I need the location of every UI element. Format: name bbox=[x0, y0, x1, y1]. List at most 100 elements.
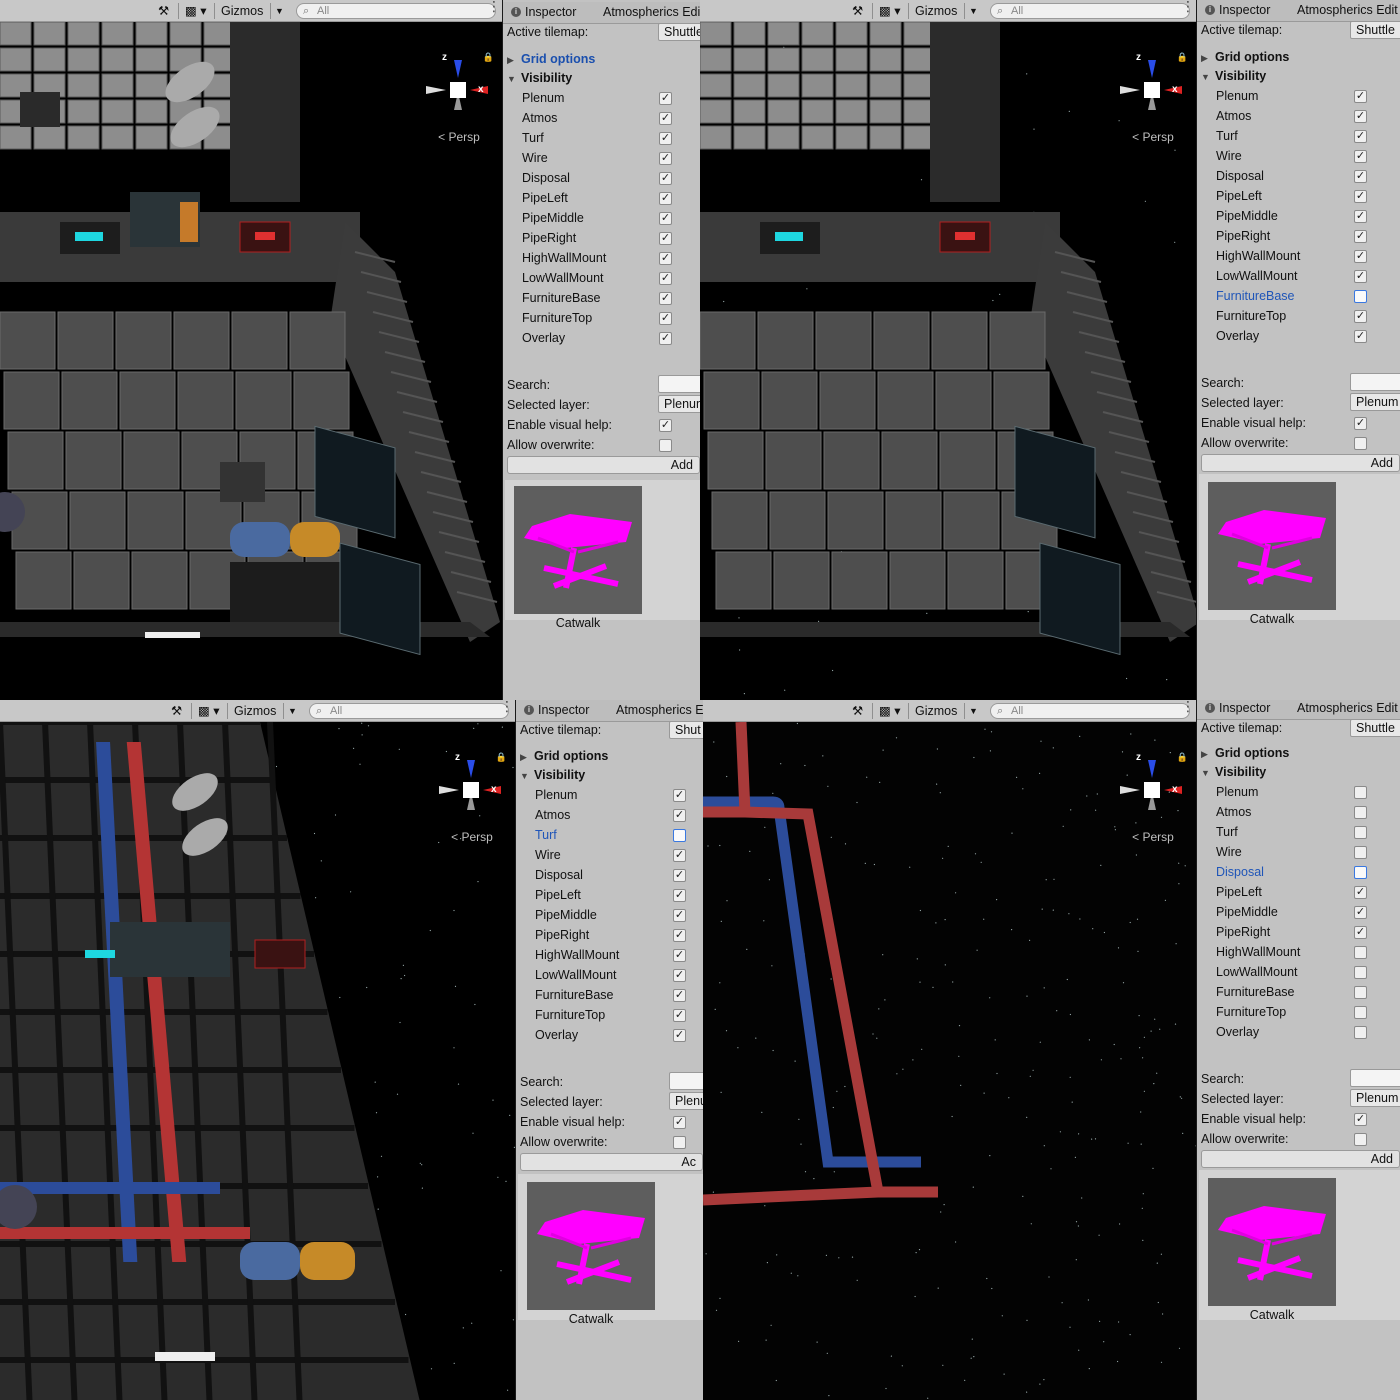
scene-gizmo[interactable]: z x 🔒 < Persp bbox=[1112, 750, 1192, 860]
search-input[interactable]: All bbox=[296, 3, 496, 19]
layer-search-input[interactable] bbox=[1350, 373, 1400, 391]
layer-toggle-furniturebase[interactable] bbox=[1354, 290, 1367, 303]
visual-help-toggle[interactable]: ✓ bbox=[1354, 1113, 1367, 1126]
selected-layer-dropdown[interactable]: Plenum bbox=[1350, 1089, 1400, 1107]
search-input[interactable]: All bbox=[990, 703, 1190, 719]
gizmos-button[interactable]: Gizmos bbox=[234, 703, 276, 719]
layer-toggle-atmos[interactable] bbox=[1354, 806, 1367, 819]
layer-toggle-highwallmount[interactable]: ✓ bbox=[1354, 250, 1367, 263]
menu-dots-icon[interactable]: ⋮ bbox=[1181, 700, 1195, 715]
layer-toggle-highwallmount[interactable]: ✓ bbox=[659, 252, 672, 265]
layer-toggle-piperight[interactable]: ✓ bbox=[1354, 230, 1367, 243]
tile-preview[interactable] bbox=[1208, 482, 1336, 610]
active-tilemap-dropdown[interactable]: Shuttle bbox=[1350, 719, 1400, 737]
gizmos-button[interactable]: Gizmos bbox=[221, 3, 263, 19]
search-input[interactable]: All bbox=[990, 3, 1190, 19]
tools-icon[interactable]: ⚒ bbox=[852, 3, 863, 19]
layer-search-input[interactable] bbox=[1350, 1069, 1400, 1087]
lock-icon[interactable]: 🔒 bbox=[496, 752, 507, 763]
layer-toggle-pipeleft[interactable]: ✓ bbox=[1354, 190, 1367, 203]
layer-toggle-furnituretop[interactable] bbox=[1354, 1006, 1367, 1019]
layer-toggle-turf[interactable]: ✓ bbox=[659, 132, 672, 145]
layer-toggle-plenum[interactable]: ✓ bbox=[659, 92, 672, 105]
camera-icon[interactable]: ▩ ▾ bbox=[879, 3, 901, 19]
layer-toggle-overlay[interactable]: ✓ bbox=[659, 332, 672, 345]
layer-toggle-atmos[interactable]: ✓ bbox=[673, 809, 686, 822]
selected-layer-dropdown[interactable]: Plenu bbox=[669, 1092, 703, 1110]
selected-layer-dropdown[interactable]: Plenum bbox=[658, 395, 700, 413]
layer-toggle-lowwallmount[interactable] bbox=[1354, 966, 1367, 979]
layer-toggle-disposal[interactable]: ✓ bbox=[673, 869, 686, 882]
layer-toggle-plenum[interactable]: ✓ bbox=[673, 789, 686, 802]
visibility-foldout[interactable]: ▼ Visibility bbox=[1201, 763, 1266, 781]
active-tilemap-dropdown[interactable]: Shuttle bbox=[1350, 21, 1400, 39]
layer-toggle-turf[interactable]: ✓ bbox=[1354, 130, 1367, 143]
layer-toggle-atmos[interactable]: ✓ bbox=[1354, 110, 1367, 123]
layer-toggle-furnituretop[interactable]: ✓ bbox=[1354, 310, 1367, 323]
gizmos-button[interactable]: Gizmos bbox=[915, 703, 957, 719]
add-button[interactable]: Add bbox=[1201, 454, 1400, 472]
layer-toggle-lowwallmount[interactable]: ✓ bbox=[673, 969, 686, 982]
tab-atmospherics-editor[interactable]: Atmospherics Edit bbox=[1297, 701, 1398, 715]
tools-icon[interactable]: ⚒ bbox=[158, 3, 169, 19]
visual-help-toggle[interactable]: ✓ bbox=[1354, 417, 1367, 430]
layer-toggle-wire[interactable] bbox=[1354, 846, 1367, 859]
layer-search-input[interactable] bbox=[658, 375, 700, 393]
layer-toggle-wire[interactable]: ✓ bbox=[659, 152, 672, 165]
layer-toggle-pipemiddle[interactable]: ✓ bbox=[673, 909, 686, 922]
overwrite-toggle[interactable] bbox=[673, 1136, 686, 1149]
active-tilemap-dropdown[interactable]: Shuttle bbox=[658, 23, 700, 41]
layer-toggle-turf[interactable] bbox=[1354, 826, 1367, 839]
tab-inspector[interactable]: Inspector bbox=[1219, 3, 1270, 17]
add-button[interactable]: Ac bbox=[520, 1153, 703, 1171]
persp-toggle[interactable]: < Persp bbox=[437, 830, 507, 844]
layer-toggle-lowwallmount[interactable]: ✓ bbox=[1354, 270, 1367, 283]
tools-icon[interactable]: ⚒ bbox=[852, 703, 863, 719]
layer-search-input[interactable] bbox=[669, 1072, 703, 1090]
menu-dots-icon[interactable]: ⋮ bbox=[500, 700, 514, 715]
layer-toggle-atmos[interactable]: ✓ bbox=[659, 112, 672, 125]
layer-toggle-piperight[interactable]: ✓ bbox=[659, 232, 672, 245]
layer-toggle-wire[interactable]: ✓ bbox=[673, 849, 686, 862]
search-input[interactable]: All bbox=[309, 703, 509, 719]
grid-options-foldout[interactable]: ▶ Grid options bbox=[520, 747, 608, 765]
tab-atmospherics-editor[interactable]: Atmospherics Edi bbox=[603, 5, 700, 19]
tab-inspector[interactable]: Inspector bbox=[538, 703, 589, 717]
layer-toggle-pipeleft[interactable]: ✓ bbox=[1354, 886, 1367, 899]
layer-toggle-turf[interactable] bbox=[673, 829, 686, 842]
layer-toggle-wire[interactable]: ✓ bbox=[1354, 150, 1367, 163]
layer-toggle-plenum[interactable] bbox=[1354, 786, 1367, 799]
layer-toggle-highwallmount[interactable]: ✓ bbox=[673, 949, 686, 962]
visibility-foldout[interactable]: ▼ Visibility bbox=[1201, 67, 1266, 85]
scene-view[interactable]: ⚒ ▩ ▾ Gizmos ▼ All⋮ z x 🔒 < Persp bbox=[700, 0, 1197, 700]
lock-icon[interactable]: 🔒 bbox=[1177, 752, 1188, 763]
tab-atmospherics-editor[interactable]: Atmospherics E bbox=[616, 703, 703, 717]
layer-toggle-furnituretop[interactable]: ✓ bbox=[673, 1009, 686, 1022]
layer-toggle-piperight[interactable]: ✓ bbox=[1354, 926, 1367, 939]
layer-toggle-pipeleft[interactable]: ✓ bbox=[673, 889, 686, 902]
layer-toggle-overlay[interactable]: ✓ bbox=[673, 1029, 686, 1042]
menu-dots-icon[interactable]: ⋮ bbox=[487, 0, 501, 15]
persp-toggle[interactable]: < Persp bbox=[1118, 130, 1188, 144]
scene-view[interactable]: ⚒ ▩ ▾ Gizmos ▼ All⋮ z x 🔒 < Persp bbox=[0, 0, 503, 700]
layer-toggle-disposal[interactable]: ✓ bbox=[1354, 170, 1367, 183]
tile-preview[interactable] bbox=[527, 1182, 655, 1310]
visual-help-toggle[interactable]: ✓ bbox=[659, 419, 672, 432]
overwrite-toggle[interactable] bbox=[1354, 437, 1367, 450]
layer-toggle-pipemiddle[interactable]: ✓ bbox=[659, 212, 672, 225]
visibility-foldout[interactable]: ▼ Visibility bbox=[507, 69, 572, 87]
tab-inspector[interactable]: Inspector bbox=[525, 5, 576, 19]
active-tilemap-dropdown[interactable]: Shut bbox=[669, 721, 703, 739]
layer-toggle-pipemiddle[interactable]: ✓ bbox=[1354, 210, 1367, 223]
layer-toggle-piperight[interactable]: ✓ bbox=[673, 929, 686, 942]
layer-toggle-overlay[interactable] bbox=[1354, 1026, 1367, 1039]
grid-options-foldout[interactable]: ▶ Grid options bbox=[1201, 744, 1289, 762]
persp-toggle[interactable]: < Persp bbox=[1118, 830, 1188, 844]
lock-icon[interactable]: 🔒 bbox=[1177, 52, 1188, 63]
layer-toggle-pipemiddle[interactable]: ✓ bbox=[1354, 906, 1367, 919]
layer-toggle-furniturebase[interactable] bbox=[1354, 986, 1367, 999]
selected-layer-dropdown[interactable]: Plenum bbox=[1350, 393, 1400, 411]
layer-toggle-highwallmount[interactable] bbox=[1354, 946, 1367, 959]
chevron-down-icon[interactable]: ▼ bbox=[969, 3, 978, 19]
camera-icon[interactable]: ▩ ▾ bbox=[879, 703, 901, 719]
